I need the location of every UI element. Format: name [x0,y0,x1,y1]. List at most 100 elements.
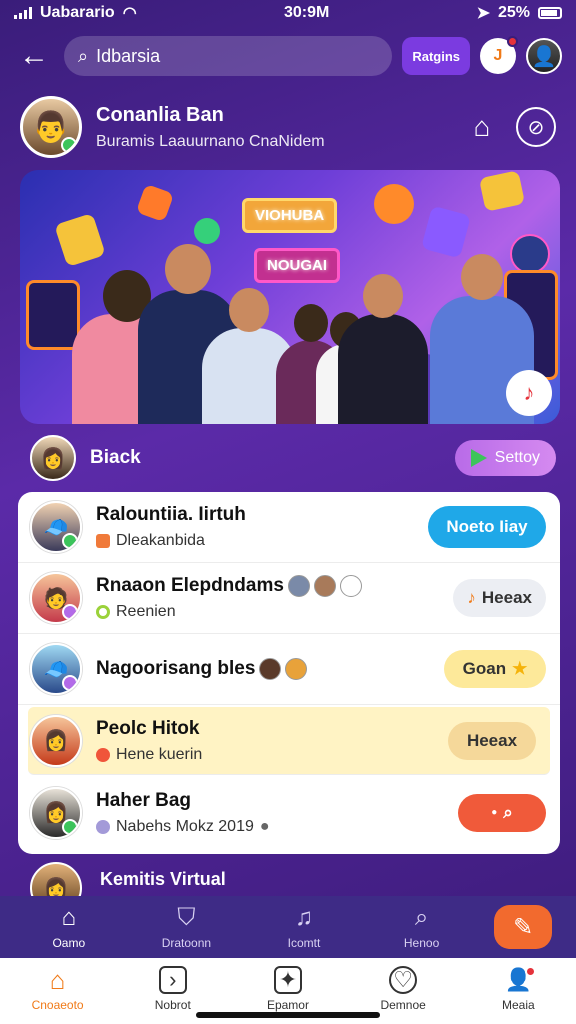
music-icon: ♫ [294,904,313,931]
verified-icon: ● [259,817,270,835]
search-icon: ⌕ [503,802,513,822]
list-avatar: 👩 [30,714,82,767]
person-figure [338,274,428,424]
activity-list: 🧢 Ralountiia. Iirtuh Dleakanbida Noeto I… [18,492,560,854]
next-section-peek: 👩 Kemitis Virtual [30,862,550,914]
react-button[interactable]: Heeax [448,721,536,760]
mini-avatar [287,575,310,597]
list-item[interactable]: 👩 Haher Bag Nabehs Mokz 2019 ● ● ⌕ [18,777,560,848]
profile-subtitle: Buramis Laauurnano CnaNidem [96,132,325,150]
dot-icon: ● [491,807,498,818]
online-status-badge [61,137,77,153]
item-name: Rnaaon Elepdndams [96,575,284,596]
tab-label: Epamor [266,998,309,1012]
battery-percent: 25% [497,4,530,21]
ratings-button[interactable]: Ratgins [402,37,470,75]
tab-music[interactable]: ♫ Icomtt [259,904,349,950]
tab-home[interactable]: ⌂ Cnoaeoto [13,965,103,1013]
tab-home[interactable]: ⌂ Oamo [24,904,114,950]
heart-bubble-icon [194,218,220,244]
list-avatar: 🧢 [30,501,82,553]
wifi-icon: ◠ [122,5,137,22]
back-arrow-icon[interactable]: ← [14,36,54,76]
star-icon: ★ [512,659,528,678]
online-status-badge [62,818,78,835]
tab-label: Dratoonn [161,936,212,950]
online-status-badge [62,675,78,691]
neon-sign-icon [510,234,550,274]
notifications-button[interactable]: J [480,36,518,74]
section-title: Biack [90,447,141,468]
react-button[interactable]: ♪ Heeax [453,579,546,617]
item-subtitle: Nabehs Mokz 2019 [116,817,254,835]
tab-label: Demnoe [380,998,426,1012]
invite-button[interactable]: Noeto Iiay [428,506,546,548]
item-name: Nagoorisang bles [96,658,256,679]
arcade-machine-icon [26,280,80,350]
play-icon: › [158,966,187,994]
compass-icon[interactable]: ⊘ [516,107,556,147]
profile-header: 👨 Conanlia Ban Buramis Laauurnano CnaNid… [20,94,556,160]
list-avatar: 👩 [30,786,82,839]
home-icon[interactable]: ⌂ [462,107,502,147]
compose-icon: ✎ [513,913,534,941]
list-item[interactable]: 🧢 Nagoorisang bles Goan ★ [18,634,560,705]
item-subtitle: Dleakanbida [116,532,205,549]
mini-avatar [259,658,282,680]
peek-title: Kemitis Virtual [100,868,226,889]
banner-sign-mid: NOUGAI [254,248,340,283]
profile-avatar[interactable]: 👨 [20,96,82,158]
tab-search[interactable]: ⌕ Henoo [377,904,467,950]
check-icon [96,534,110,548]
search-input[interactable] [96,45,379,67]
item-subtitle: Hene kuerin [116,745,203,763]
list-item[interactable]: 🧢 Ralountiia. Iirtuh Dleakanbida Noeto I… [18,492,560,563]
search-button[interactable]: ● ⌕ [458,793,546,832]
item-name: Haher Bag [96,789,192,811]
tab-label: Meaia [502,998,535,1012]
search-icon: ⌕ [414,904,429,931]
tab-explore[interactable]: ✦ Epamor [243,966,333,1012]
banner-sign-top: VIOHUBA [242,198,338,233]
sort-button[interactable]: Settoy [454,440,556,476]
tab-profile[interactable]: 👤 Meaia [473,966,563,1012]
top-bar: ← ⌕ Ratgins J 👤 [0,30,576,82]
floating-orb-icon [374,184,414,224]
item-subtitle: Reenien [116,603,176,620]
floating-chat-icon [478,170,526,212]
music-note-icon: ♪ [467,588,476,607]
list-avatar: 🧑 [30,572,82,624]
user-avatar[interactable]: 👤 [526,38,562,74]
tab-play[interactable]: › Nobrot [128,966,218,1012]
item-name: Peolc Hitok [96,717,200,739]
search-bar[interactable]: ⌕ [64,36,393,76]
gain-button[interactable]: Goan ★ [444,650,546,688]
tab-favorites[interactable]: ♡ Demnoe [358,966,448,1012]
floating-cube-icon [54,212,106,268]
tab-label: Oamo [52,936,86,950]
hero-banner[interactable]: VIOHUBA NOUGAI ♪ [20,170,560,424]
music-note-button[interactable]: ♪ [506,370,552,416]
online-status-badge [62,533,78,549]
section-avatar[interactable]: 👩 [30,435,76,481]
tab-discover[interactable]: ⛉ Dratoonn [141,904,231,950]
status-dot-icon [96,819,110,834]
search-icon: ⌕ [78,45,89,66]
home-indicator [196,1012,380,1018]
section-header: 👩 Biack Settoy [30,432,556,484]
list-item-highlighted[interactable]: 👩 Peolc Hitok Hene kuerin Heeax [28,707,550,775]
react-label: Heeax [481,588,532,607]
item-name: Ralountiia. Iirtuh [96,504,246,525]
floating-cube-icon [420,205,472,259]
chat-bubble-icon [339,575,362,597]
clock: 30:9M [283,4,330,21]
online-status-badge [62,604,78,620]
tab-label: Cnoaeoto [31,998,84,1012]
status-bar: Uabarario ◠ 30:9M ➤ 25% [0,0,576,26]
list-item[interactable]: 🧑 Rnaaon Elepdndams Reenien ♪ Heeax [18,563,560,634]
mini-avatar [313,575,336,597]
tab-label: Nobrot [154,998,191,1012]
play-icon [470,449,487,467]
create-post-button[interactable]: ✎ [494,905,553,949]
status-ring-icon [96,605,110,619]
